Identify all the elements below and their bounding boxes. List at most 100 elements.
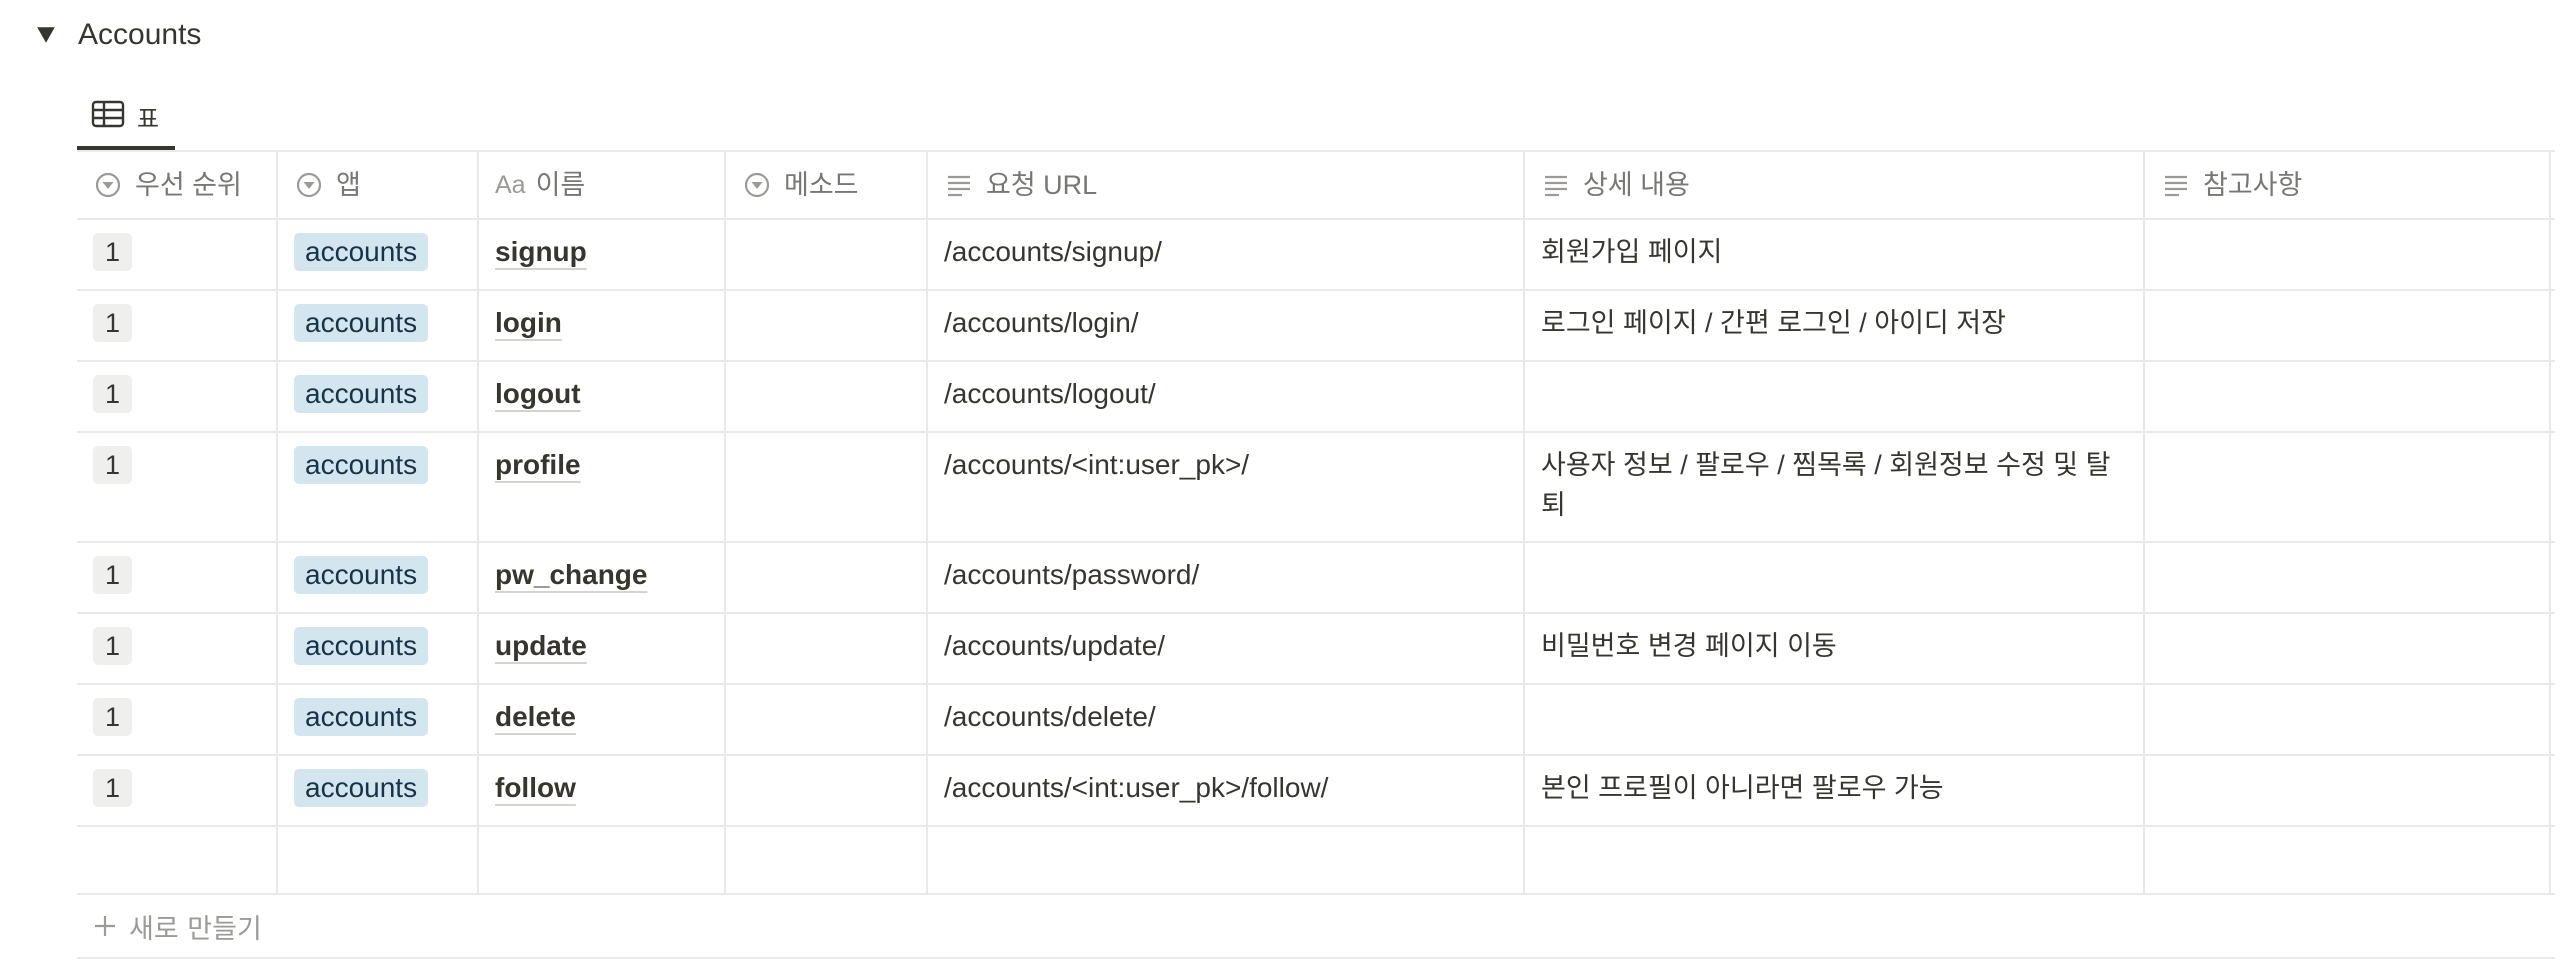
url-cell[interactable]: /accounts/<int:user_pk>/follow/ bbox=[928, 756, 1525, 825]
name-cell[interactable]: update bbox=[479, 614, 726, 683]
empty-cell[interactable] bbox=[2145, 827, 2551, 893]
detail-cell[interactable]: 비밀번호 변경 페이지 이동 bbox=[1525, 614, 2145, 683]
method-cell[interactable] bbox=[726, 685, 928, 754]
column-header[interactable]: 앱 bbox=[278, 152, 479, 218]
toggle-arrow-icon[interactable] bbox=[30, 19, 62, 51]
plus-icon bbox=[95, 916, 115, 936]
method-cell[interactable] bbox=[726, 362, 928, 431]
app-cell[interactable]: accounts bbox=[278, 685, 479, 754]
empty-cell[interactable] bbox=[479, 827, 726, 893]
note-cell[interactable] bbox=[2145, 362, 2551, 431]
column-header[interactable]: Aa 이름 bbox=[479, 152, 726, 218]
app-cell[interactable]: accounts bbox=[278, 614, 479, 683]
url-value: /accounts/<int:user_pk>/ bbox=[944, 449, 1250, 480]
app-cell[interactable]: accounts bbox=[278, 433, 479, 541]
row-name-link[interactable]: signup bbox=[495, 236, 587, 267]
note-cell[interactable] bbox=[2145, 433, 2551, 541]
column-header[interactable]: 참고사항 bbox=[2145, 152, 2551, 218]
tab-table-view[interactable]: 표 bbox=[77, 86, 176, 150]
method-cell[interactable] bbox=[726, 543, 928, 612]
row-name-link[interactable]: profile bbox=[495, 449, 581, 480]
note-cell[interactable] bbox=[2145, 543, 2551, 612]
name-cell[interactable]: logout bbox=[479, 362, 726, 431]
note-cell[interactable] bbox=[2145, 220, 2551, 289]
priority-cell[interactable]: 1 bbox=[77, 433, 278, 541]
column-header[interactable]: 요청 URL bbox=[928, 152, 1525, 218]
method-cell[interactable] bbox=[726, 291, 928, 360]
section-title[interactable]: Accounts bbox=[78, 18, 201, 52]
name-cell[interactable]: profile bbox=[479, 433, 726, 541]
app-cell[interactable]: accounts bbox=[278, 756, 479, 825]
note-cell[interactable] bbox=[2145, 614, 2551, 683]
url-cell[interactable]: /accounts/password/ bbox=[928, 543, 1525, 612]
detail-cell[interactable] bbox=[1525, 362, 2145, 431]
name-cell[interactable]: signup bbox=[479, 220, 726, 289]
name-cell[interactable]: login bbox=[479, 291, 726, 360]
priority-cell[interactable]: 1 bbox=[77, 756, 278, 825]
empty-cell[interactable] bbox=[726, 827, 928, 893]
name-cell[interactable]: pw_change bbox=[479, 543, 726, 612]
url-value: /accounts/delete/ bbox=[944, 701, 1156, 732]
app-cell[interactable]: accounts bbox=[278, 220, 479, 289]
row-name-link[interactable]: update bbox=[495, 630, 587, 661]
column-header[interactable]: 상세 내용 bbox=[1525, 152, 2145, 218]
empty-cell[interactable] bbox=[1525, 827, 2145, 893]
detail-cell[interactable] bbox=[1525, 685, 2145, 754]
app-tag: accounts bbox=[294, 446, 429, 484]
row-name-link[interactable]: follow bbox=[495, 772, 576, 803]
url-cell[interactable]: /accounts/delete/ bbox=[928, 685, 1525, 754]
priority-cell[interactable]: 1 bbox=[77, 614, 278, 683]
column-header[interactable]: 메소드 bbox=[726, 152, 928, 218]
table-row[interactable]: 1 accounts pw_change/accounts/password/ bbox=[77, 541, 2555, 612]
url-cell[interactable]: /accounts/<int:user_pk>/ bbox=[928, 433, 1525, 541]
url-cell[interactable]: /accounts/logout/ bbox=[928, 362, 1525, 431]
note-cell[interactable] bbox=[2145, 756, 2551, 825]
app-cell[interactable]: accounts bbox=[278, 291, 479, 360]
app-cell[interactable]: accounts bbox=[278, 362, 479, 431]
new-row-button[interactable]: 새로 만들기 bbox=[77, 893, 2555, 959]
method-cell[interactable] bbox=[726, 433, 928, 541]
empty-cell[interactable] bbox=[278, 827, 479, 893]
priority-cell[interactable]: 1 bbox=[77, 362, 278, 431]
priority-tag: 1 bbox=[93, 556, 133, 594]
priority-cell[interactable]: 1 bbox=[77, 220, 278, 289]
table-row[interactable]: 1 accounts follow/accounts/<int:user_pk>/f… bbox=[77, 754, 2555, 825]
url-cell[interactable]: /accounts/update/ bbox=[928, 614, 1525, 683]
name-cell[interactable]: delete bbox=[479, 685, 726, 754]
table-row[interactable]: 1 accounts delete/accounts/delete/ bbox=[77, 683, 2555, 754]
row-name-link[interactable]: logout bbox=[495, 378, 581, 409]
note-cell[interactable] bbox=[2145, 685, 2551, 754]
priority-tag: 1 bbox=[93, 627, 133, 665]
empty-cell[interactable] bbox=[928, 827, 1525, 893]
database-table: 우선 순위 앱 Aa 이름 메소드 요청 URL 상세 내용 참고사항 1 accounts si… bbox=[77, 150, 2555, 959]
method-cell[interactable] bbox=[726, 220, 928, 289]
app-cell[interactable]: accounts bbox=[278, 543, 479, 612]
row-name-link[interactable]: pw_change bbox=[495, 559, 647, 590]
note-cell[interactable] bbox=[2145, 291, 2551, 360]
table-empty-row[interactable] bbox=[77, 825, 2555, 893]
table-row[interactable]: 1 accounts signup/accounts/signup/회원가입 페이지 bbox=[77, 218, 2555, 289]
app-tag: accounts bbox=[294, 698, 429, 736]
row-name-link[interactable]: delete bbox=[495, 701, 576, 732]
detail-cell[interactable] bbox=[1525, 543, 2145, 612]
priority-cell[interactable]: 1 bbox=[77, 291, 278, 360]
table-row[interactable]: 1 accounts logout/accounts/logout/ bbox=[77, 360, 2555, 431]
priority-cell[interactable]: 1 bbox=[77, 543, 278, 612]
detail-cell[interactable]: 사용자 정보 / 팔로우 / 찜목록 / 회원정보 수정 및 탈퇴 bbox=[1525, 433, 2145, 541]
app-tag: accounts bbox=[294, 233, 429, 271]
detail-cell[interactable]: 본인 프로필이 아니라면 팔로우 가능 bbox=[1525, 756, 2145, 825]
priority-cell[interactable]: 1 bbox=[77, 685, 278, 754]
method-cell[interactable] bbox=[726, 756, 928, 825]
column-header[interactable]: 우선 순위 bbox=[77, 152, 278, 218]
detail-cell[interactable]: 회원가입 페이지 bbox=[1525, 220, 2145, 289]
detail-cell[interactable]: 로그인 페이지 / 간편 로그인 / 아이디 저장 bbox=[1525, 291, 2145, 360]
row-name-link[interactable]: login bbox=[495, 307, 562, 338]
url-cell[interactable]: /accounts/login/ bbox=[928, 291, 1525, 360]
table-row[interactable]: 1 accounts login/accounts/login/로그인 페이지 / … bbox=[77, 289, 2555, 360]
empty-cell[interactable] bbox=[77, 827, 278, 893]
table-row[interactable]: 1 accounts update/accounts/update/비밀번호 변경 … bbox=[77, 612, 2555, 683]
name-cell[interactable]: follow bbox=[479, 756, 726, 825]
table-row[interactable]: 1 accounts profile/accounts/<int:user_pk>/… bbox=[77, 431, 2555, 541]
method-cell[interactable] bbox=[726, 614, 928, 683]
url-cell[interactable]: /accounts/signup/ bbox=[928, 220, 1525, 289]
